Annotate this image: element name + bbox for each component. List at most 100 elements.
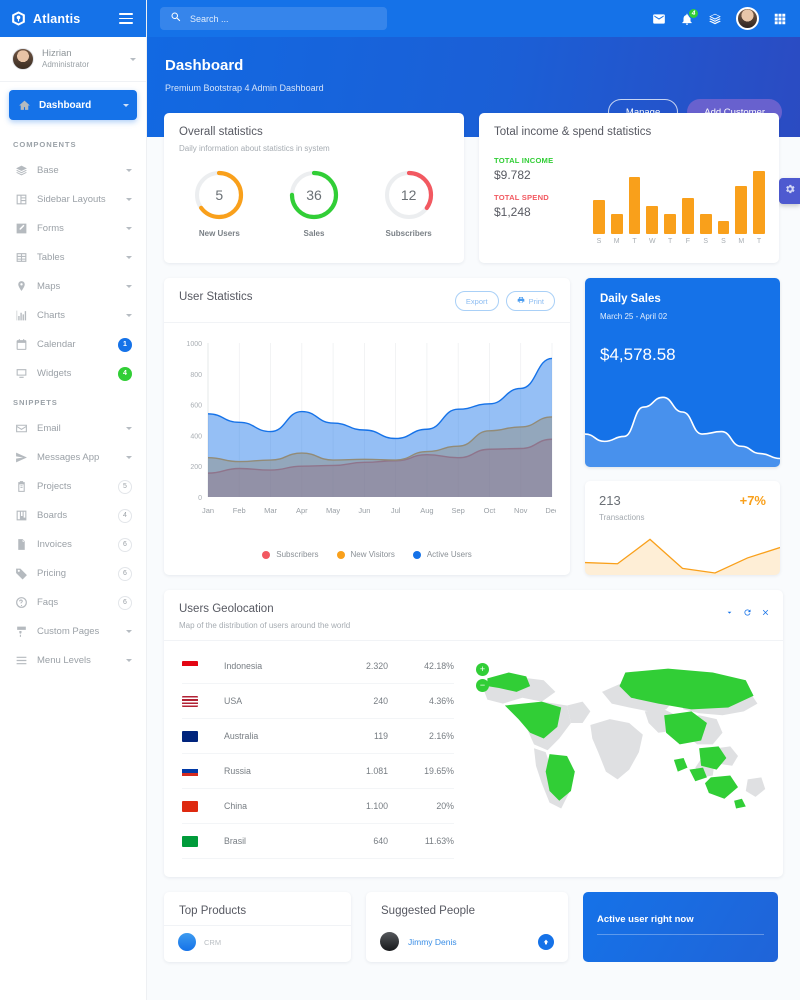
sidebar-item-calendar[interactable]: Calendar 1 <box>9 330 137 359</box>
legend-dot <box>336 550 345 559</box>
sidebar-item-dashboard[interactable]: Dashboard <box>9 90 137 120</box>
country-name: Australia <box>224 731 259 741</box>
grid-icon[interactable] <box>773 12 787 26</box>
chevron-down-icon[interactable] <box>725 604 734 622</box>
avatar[interactable] <box>736 7 759 30</box>
sidebar-user[interactable]: Hizrian Administrator <box>0 37 146 82</box>
sidebar-item-badge: 4 <box>118 366 132 381</box>
geolocation-table: Indonesia 2.320 42.18% USA 240 4.36% Australia… <box>164 649 468 859</box>
gauge-ring: 12 <box>383 169 435 221</box>
map-zoom-out-button[interactable]: − <box>476 679 489 692</box>
sidebar-item-faqs[interactable]: Faqs 6 <box>9 588 137 617</box>
suggested-person-name: Jimmy Denis <box>408 936 457 947</box>
sidebar-logo-bar: Atlantis <box>0 0 146 37</box>
list-item[interactable]: Jimmy Denis <box>366 925 568 951</box>
user-percent: 20% <box>436 801 454 811</box>
sidebar-item-label: Base <box>37 165 59 176</box>
chevron-down-icon[interactable] <box>130 57 136 61</box>
chevron-down-icon[interactable] <box>126 256 132 259</box>
transactions-label: Transactions <box>599 513 645 522</box>
total-income-label: TOTAL INCOME <box>494 156 554 165</box>
sidebar-nav: Dashboard COMPONENTS Base Sidebar Layouts F… <box>0 82 146 695</box>
map-zoom-in-button[interactable]: + <box>476 663 489 676</box>
country-name: USA <box>224 696 243 706</box>
avatar <box>12 48 34 70</box>
legend-label: Active Users <box>426 550 472 559</box>
bar <box>628 177 641 234</box>
sidebar-item-menu-levels[interactable]: Menu Levels <box>9 646 137 675</box>
list-item[interactable]: CRM <box>164 926 351 951</box>
search-input[interactable]: Search ... <box>190 14 229 24</box>
bar <box>593 199 605 234</box>
svg-text:1000: 1000 <box>186 341 202 348</box>
gauge-label: New Users <box>198 229 240 238</box>
notification-badge: 4 <box>688 7 699 19</box>
card-title: Total income & spend statistics <box>494 126 652 138</box>
sidebar-item-pricing[interactable]: Pricing 6 <box>9 559 137 588</box>
sidebar: Atlantis Hizrian Administrator Dashboard… <box>0 0 147 1000</box>
sidebar-item-label: Sidebar Layouts <box>37 194 106 205</box>
sidebar-item-forms[interactable]: Forms <box>9 214 137 243</box>
clipboard-icon <box>14 480 28 494</box>
print-button[interactable]: Print <box>505 291 555 311</box>
layers-icon[interactable] <box>708 12 722 26</box>
bar-label: S <box>721 238 726 245</box>
sidebar-item-messages-app[interactable]: Messages App <box>9 443 137 472</box>
bell-icon[interactable]: 4 <box>680 7 699 26</box>
brand[interactable]: Atlantis <box>10 10 80 27</box>
sidebar-item-tables[interactable]: Tables <box>9 243 137 272</box>
sidebar-item-charts[interactable]: Charts <box>9 301 137 330</box>
pencil-square-icon <box>14 222 28 236</box>
svg-text:Jul: Jul <box>391 506 401 515</box>
sidebar-item-invoices[interactable]: Invoices 6 <box>9 530 137 559</box>
hamburger-icon[interactable] <box>116 10 136 27</box>
user-percent: 11.63% <box>424 836 454 846</box>
bar <box>646 206 659 234</box>
sidebar-item-widgets[interactable]: Widgets 4 <box>9 359 137 388</box>
chevron-down-icon[interactable] <box>123 103 129 107</box>
avatar <box>380 932 399 951</box>
chevron-down-icon[interactable] <box>126 198 132 201</box>
world-map[interactable]: + − <box>468 649 783 859</box>
sidebar-item-label: Messages App <box>37 452 100 463</box>
gauge-value: 5 <box>215 187 224 203</box>
mail-icon[interactable] <box>652 12 666 26</box>
chevron-down-icon[interactable] <box>126 427 132 430</box>
sidebar-item-badge: 5 <box>118 479 132 494</box>
export-button[interactable]: Export <box>454 291 499 311</box>
sidebar-item-custom-pages[interactable]: Custom Pages <box>9 617 137 646</box>
user-percent: 4.36% <box>429 696 454 706</box>
overall-statistics-card: Overall statistics Daily information abo… <box>164 113 464 263</box>
svg-text:400: 400 <box>190 433 202 440</box>
sidebar-item-maps[interactable]: Maps <box>9 272 137 301</box>
tag-icon <box>14 567 28 581</box>
map-pin-icon <box>14 280 28 294</box>
chevron-down-icon[interactable] <box>126 169 132 172</box>
sidebar-section-title: SNIPPETS <box>13 398 58 407</box>
chevron-down-icon[interactable] <box>126 659 132 662</box>
sidebar-item-email[interactable]: Email <box>9 414 137 443</box>
chevron-down-icon[interactable] <box>126 314 132 317</box>
chevron-down-icon[interactable] <box>126 227 132 230</box>
chevron-down-icon[interactable] <box>126 630 132 633</box>
transactions-change: +7% <box>739 493 766 508</box>
chevron-down-icon[interactable] <box>126 285 132 288</box>
card-title: Suggested People <box>381 905 475 917</box>
close-icon[interactable] <box>761 604 770 622</box>
bar-label: T <box>632 238 637 245</box>
refresh-icon[interactable] <box>743 604 752 622</box>
sidebar-item-sidebar-layouts[interactable]: Sidebar Layouts <box>9 185 137 214</box>
svg-text:200: 200 <box>190 464 202 471</box>
sidebar-item-projects[interactable]: Projects 5 <box>9 472 137 501</box>
sidebar-item-badge: 1 <box>118 337 132 352</box>
bar-label: M <box>738 238 745 245</box>
chevron-down-icon[interactable] <box>126 456 132 459</box>
income-bar-chart: SMTWTFSSMT <box>593 168 765 248</box>
sidebar-item-base[interactable]: Base <box>9 156 137 185</box>
sidebar-item-label: Charts <box>37 310 65 321</box>
search-box[interactable]: Search ... <box>160 7 387 30</box>
svg-text:800: 800 <box>190 372 202 379</box>
sidebar-item-boards[interactable]: Boards 4 <box>9 501 137 530</box>
sidebar-item-label: Dashboard <box>39 99 92 111</box>
plus-icon[interactable] <box>538 933 554 950</box>
